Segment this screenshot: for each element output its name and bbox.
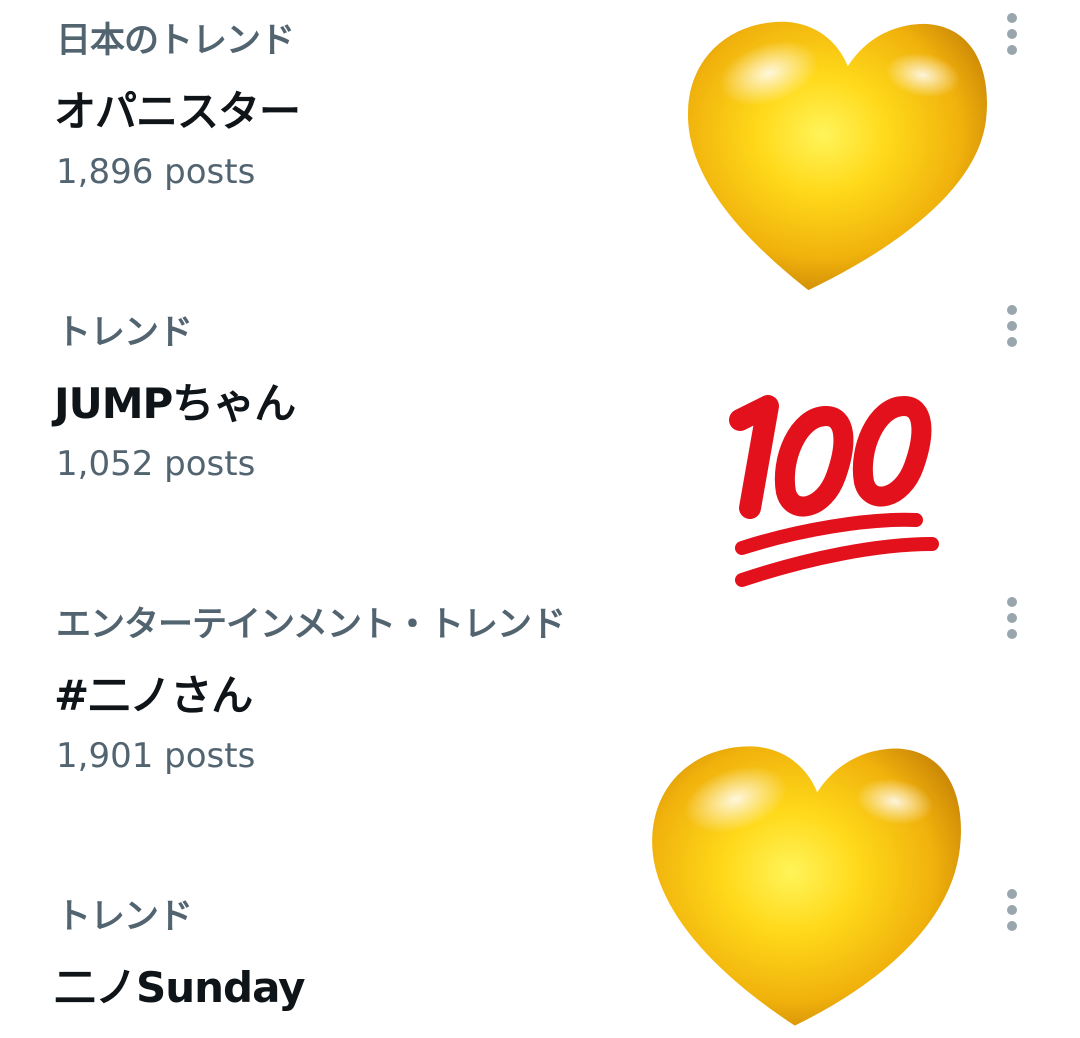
trend-item-4[interactable]: トレンド 二ノSunday (0, 876, 1080, 1038)
trend-name[interactable]: オパニスター (54, 78, 301, 139)
trend-name[interactable]: JUMPちゃん (54, 370, 296, 431)
trend-post-count: 1,896 posts (56, 152, 256, 192)
more-options-button[interactable] (994, 302, 1030, 350)
trend-context: トレンド (56, 313, 193, 353)
trend-context: トレンド (56, 897, 193, 937)
more-options-icon (1007, 597, 1017, 639)
trend-item-1[interactable]: 日本のトレンド オパニスター 1,896 posts (0, 0, 1080, 292)
trend-name[interactable]: #二ノさん (54, 662, 253, 723)
trend-item-3[interactable]: エンターテインメント・トレンド #二ノさん 1,901 posts (0, 584, 1080, 876)
trend-context: 日本のトレンド (56, 21, 295, 61)
more-options-icon (1007, 889, 1017, 931)
trend-item-2[interactable]: トレンド JUMPちゃん 1,052 posts (0, 292, 1080, 584)
more-options-icon (1007, 305, 1017, 347)
more-options-button[interactable] (994, 594, 1030, 642)
more-options-button[interactable] (994, 10, 1030, 58)
trend-post-count: 1,052 posts (56, 444, 256, 484)
trend-post-count: 1,901 posts (56, 736, 256, 776)
trend-name[interactable]: 二ノSunday (54, 954, 306, 1015)
more-options-button[interactable] (994, 886, 1030, 934)
trend-list: 日本のトレンド オパニスター 1,896 posts トレンド JUMPちゃん … (0, 0, 1080, 1038)
more-options-icon (1007, 13, 1017, 55)
trend-context: エンターテインメント・トレンド (56, 605, 566, 645)
